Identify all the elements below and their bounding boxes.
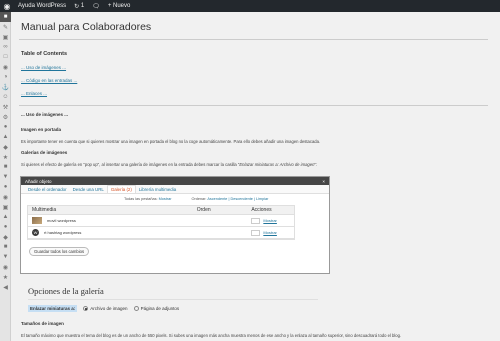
gallery-text-italic: Enlazar miniaturas a: Archivo de imagen (239, 162, 315, 167)
col-actions: Acciones (251, 207, 272, 213)
updates-link[interactable]: ↻ 1 (70, 0, 88, 12)
link-thumbs-label: Enlazar miniaturas a: (28, 305, 78, 312)
media-name: movil wordpress (47, 218, 76, 223)
section-title: ... Uso de imágenes ... (21, 112, 69, 117)
gallery-text: Si quieres el efecto de galería en "pop … (21, 162, 500, 167)
featured-image-text: Es importante tener en cuenta que si qui… (21, 139, 321, 144)
gallery-text-b: ": (314, 162, 318, 167)
order-label: Ordenar: (191, 197, 207, 201)
refresh-icon: ↻ (74, 3, 81, 10)
table-row: Wrt hashtag wordpress Mostrar (28, 227, 294, 239)
filter-order: Ordenar: Ascendente | Descendente | Limp… (192, 197, 269, 201)
users-icon[interactable]: ☺ (0, 92, 11, 102)
media-modal: Añadir objeto × Desde el ordenador Desde… (20, 176, 330, 274)
plugin-j-icon[interactable]: ▲ (0, 212, 11, 222)
plugin-e-icon[interactable]: ■ (0, 162, 11, 172)
order-options-link[interactable]: Ascendente | Descendente | Limpiar (207, 197, 268, 201)
gallery-text-a: Si quieres el efecto de galería en "pop … (21, 162, 240, 167)
table-row: movil wordpress Mostrar (28, 215, 294, 227)
links-icon[interactable]: ∞ (0, 42, 11, 52)
order-input[interactable] (251, 217, 261, 224)
tab-from-url[interactable]: Desde una URL (70, 186, 107, 193)
plugin-f-icon[interactable]: ▼ (0, 172, 11, 182)
featured-image-heading: Imagen en portada (21, 127, 62, 132)
media-table: Multimedia Orden Acciones movil wordpres… (27, 205, 295, 240)
plugin-a-icon[interactable]: ● (0, 122, 11, 132)
gallery-options: Opciones de la galería Enlazar miniatura… (20, 276, 330, 312)
plugin-c-icon[interactable]: ◆ (0, 142, 11, 152)
settings-icon[interactable]: ⚙ (0, 112, 11, 122)
posts-icon[interactable]: ✎ (0, 22, 11, 32)
option-file-radio[interactable]: Archivo de imagen (83, 305, 128, 312)
modal-tabs: Desde el ordenador Desde una URL Galería… (21, 185, 329, 194)
plugin-k-icon[interactable]: ● (0, 222, 11, 232)
filter-label: Todas las pestañas: (124, 197, 158, 201)
appearance-icon[interactable]: ◑ (0, 72, 11, 82)
gallery-filter: Todas las pestañas: Mostrar Ordenar: Asc… (124, 197, 329, 201)
link-thumbs-row: Enlazar miniaturas a: Archivo de imagen … (28, 305, 330, 312)
tab-media-library[interactable]: Librería multimedia (136, 186, 179, 193)
option-attachment-label: Página de adjuntos (140, 305, 180, 311)
toc-title: Table of Contents (21, 51, 68, 57)
image-sizes-text: El tamaño máximo que muestra el tema del… (21, 333, 402, 338)
order-input[interactable] (251, 229, 261, 236)
comments-link[interactable]: 🗨 (88, 0, 104, 12)
modal-title: Añadir objeto (25, 178, 52, 184)
media-name: rt hashtag wordpress (44, 230, 82, 235)
plugin-h-icon[interactable]: ◉ (0, 192, 11, 202)
plugin-o-icon[interactable]: ◉ (0, 262, 11, 272)
plugin-l-icon[interactable]: ◆ (0, 232, 11, 242)
toc-link-images[interactable]: ... Uso de imágenes ... (21, 65, 500, 70)
close-icon[interactable]: × (322, 179, 325, 184)
plugin-g-icon[interactable]: ● (0, 182, 11, 192)
divider (28, 299, 318, 300)
admin-sidebar: ■ ✎ ▣ ∞ □ ◉ ◑ ⚓ ☺ ⚒ ⚙ ● ▲ ◆ ★ ■ ▼ ● ◉ ▣ … (0, 12, 11, 341)
media-icon[interactable]: ▣ (0, 32, 11, 42)
page-title: Manual para Colaboradores (21, 21, 152, 33)
tab-gallery[interactable]: Galería (2) (106, 185, 136, 193)
tab-from-computer[interactable]: Desde el ordenador (25, 186, 70, 193)
image-thumbnail (32, 217, 42, 224)
filter-show-link[interactable]: Mostrar (159, 197, 172, 201)
radio-selected-icon (83, 306, 89, 312)
plugin-n-icon[interactable]: ▼ (0, 252, 11, 262)
wordpress-logo-thumbnail: W (32, 229, 39, 236)
image-sizes-heading: Tamaños de imagen (21, 321, 64, 326)
table-header: Multimedia Orden Acciones (28, 206, 294, 215)
tools-icon[interactable]: ⚒ (0, 102, 11, 112)
gallery-heading: Galerías de imágenes (21, 150, 68, 155)
pages-icon[interactable]: □ (0, 52, 11, 62)
option-attachment-radio[interactable]: Página de adjuntos (133, 305, 180, 312)
plugin-d-icon[interactable]: ★ (0, 152, 11, 162)
plugin-m-icon[interactable]: ■ (0, 242, 11, 252)
toc-link-links[interactable]: ... Enlaces ... (21, 91, 500, 96)
radio-icon (133, 306, 139, 312)
toc-link-code[interactable]: ... Código en las entradas ... (21, 78, 500, 83)
plugin-p-icon[interactable]: ★ (0, 272, 11, 282)
show-link[interactable]: Mostrar (263, 230, 277, 235)
new-label: Nuevo (112, 3, 131, 9)
col-media: Multimedia (32, 207, 57, 213)
divider (19, 105, 488, 106)
admin-bar: ◉ Ayuda WordPress ↻ 1 🗨 + Nuevo (0, 0, 500, 12)
col-order: Orden (196, 207, 211, 213)
comment-icon: 🗨 (92, 3, 100, 10)
comments-icon[interactable]: ◉ (0, 62, 11, 72)
updates-count: 1 (80, 3, 85, 9)
option-file-label: Archivo de imagen (90, 305, 128, 311)
plugin-b-icon[interactable]: ▲ (0, 132, 11, 142)
collapse-menu-icon[interactable]: ◀ (0, 282, 11, 292)
site-name-link[interactable]: Ayuda WordPress (14, 0, 70, 12)
new-content-link[interactable]: + Nuevo (104, 0, 135, 12)
dashboard-icon[interactable]: ■ (0, 12, 11, 22)
wordpress-logo-icon[interactable]: ◉ (0, 0, 14, 12)
save-all-button[interactable]: Guardar todos los cambios (29, 247, 90, 256)
plugin-i-icon[interactable]: ▣ (0, 202, 11, 212)
modal-header: Añadir objeto × (21, 177, 329, 185)
filter-all: Todas las pestañas: Mostrar (124, 197, 172, 201)
plugins-icon[interactable]: ⚓ (0, 82, 11, 92)
show-link[interactable]: Mostrar (263, 218, 277, 223)
divider (19, 39, 488, 40)
gallery-options-title: Opciones de la galería (28, 286, 104, 296)
